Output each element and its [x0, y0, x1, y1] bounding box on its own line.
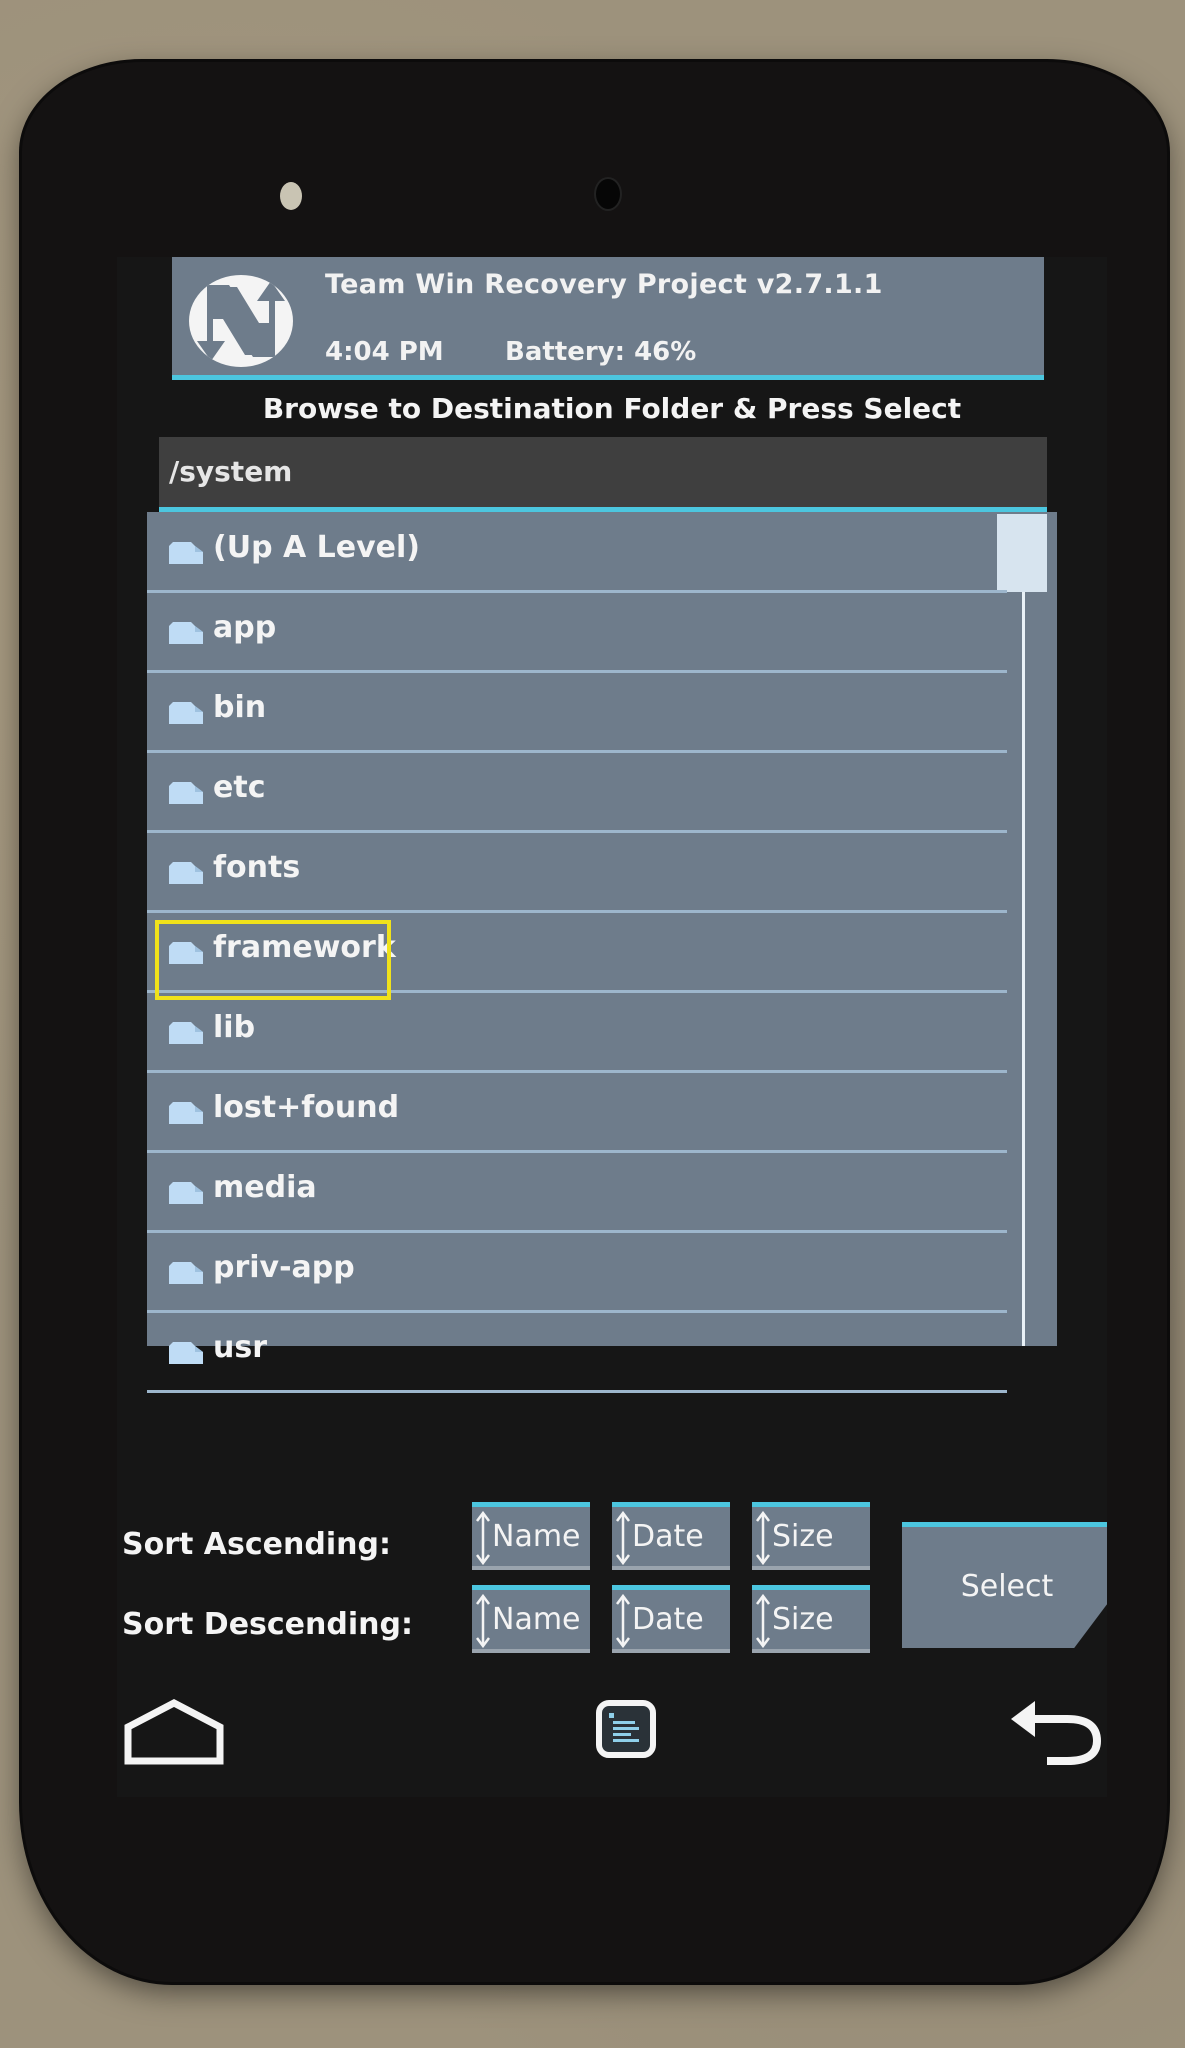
- folder-item[interactable]: priv-app: [147, 1232, 1007, 1313]
- battery-status: Battery: 46%: [505, 337, 697, 367]
- sort-button-label: Date: [632, 1602, 704, 1637]
- sort-arrows-icon: [616, 1510, 630, 1566]
- sort-button-label: Name: [492, 1519, 581, 1554]
- highlight-box: [155, 920, 391, 1000]
- clock: 4:04 PM: [325, 337, 444, 367]
- folder-icon: [169, 862, 203, 884]
- scrollbar-track[interactable]: [1022, 592, 1025, 1346]
- sort-button-label: Size: [772, 1519, 834, 1554]
- sort-arrows-icon: [756, 1593, 770, 1649]
- home-icon: [124, 1699, 224, 1765]
- page-instruction: Browse to Destination Folder & Press Sel…: [262, 392, 962, 425]
- sort-arrows-icon: [756, 1510, 770, 1566]
- folder-icon: [169, 622, 203, 644]
- front-camera: [594, 177, 622, 211]
- folder-label: lib: [213, 1010, 256, 1045]
- folder-icon: [169, 1182, 203, 1204]
- header-divider: [172, 375, 1044, 380]
- select-button[interactable]: Select: [902, 1522, 1107, 1648]
- sort-arrows-icon: [476, 1510, 490, 1566]
- folder-list[interactable]: (Up A Level) app bin etc fonts framework lib lo…: [147, 512, 1057, 1393]
- folder-label: app: [213, 610, 277, 645]
- sort-button-label: Size: [772, 1602, 834, 1637]
- sort-asc-name-button[interactable]: Name: [472, 1502, 590, 1570]
- folder-label: (Up A Level): [213, 530, 421, 565]
- twrp-logo-icon: [189, 275, 293, 367]
- sort-desc-size-button[interactable]: Size: [752, 1585, 870, 1653]
- sort-desc-name-button[interactable]: Name: [472, 1585, 590, 1653]
- folder-label: lost+found: [213, 1090, 400, 1125]
- folder-label: usr: [213, 1330, 268, 1365]
- folder-icon: [169, 702, 203, 724]
- proximity-sensor: [280, 182, 302, 210]
- sort-descending-label: Sort Descending:: [122, 1607, 413, 1642]
- folder-item[interactable]: (Up A Level): [147, 512, 1007, 593]
- folder-item[interactable]: lib: [147, 992, 1007, 1073]
- select-button-label: Select: [960, 1569, 1054, 1604]
- sort-asc-size-button[interactable]: Size: [752, 1502, 870, 1570]
- folder-item[interactable]: bin: [147, 672, 1007, 753]
- sort-desc-date-button[interactable]: Date: [612, 1585, 730, 1653]
- console-icon: [596, 1700, 656, 1758]
- folder-icon: [169, 1342, 203, 1364]
- folder-item[interactable]: fonts: [147, 832, 1007, 913]
- folder-icon: [169, 1022, 203, 1044]
- current-path: /system: [169, 455, 293, 488]
- folder-label: priv-app: [213, 1250, 355, 1285]
- phone-body: Team Win Recovery Project v2.7.1.1 4:04 …: [22, 62, 1167, 1982]
- folder-label: media: [213, 1170, 317, 1205]
- sort-button-label: Name: [492, 1602, 581, 1637]
- home-button[interactable]: [122, 1697, 226, 1771]
- folder-icon: [169, 1102, 203, 1124]
- app-title: Team Win Recovery Project v2.7.1.1: [325, 269, 883, 300]
- folder-icon: [169, 1262, 203, 1284]
- folder-item[interactable]: lost+found: [147, 1072, 1007, 1153]
- current-path-bar: /system: [159, 437, 1047, 507]
- sort-arrows-icon: [616, 1593, 630, 1649]
- folder-icon: [169, 782, 203, 804]
- folder-item[interactable]: app: [147, 592, 1007, 673]
- back-button[interactable]: [1007, 1697, 1107, 1771]
- sort-button-label: Date: [632, 1519, 704, 1554]
- folder-item[interactable]: etc: [147, 752, 1007, 833]
- folder-label: fonts: [213, 850, 301, 885]
- sort-asc-date-button[interactable]: Date: [612, 1502, 730, 1570]
- screen: Team Win Recovery Project v2.7.1.1 4:04 …: [117, 257, 1107, 1797]
- folder-label: bin: [213, 690, 267, 725]
- folder-label: etc: [213, 770, 266, 805]
- console-button[interactable]: [595, 1699, 657, 1763]
- folder-item[interactable]: media: [147, 1152, 1007, 1233]
- sort-ascending-label: Sort Ascending:: [122, 1527, 391, 1562]
- folder-icon: [169, 542, 203, 564]
- sort-arrows-icon: [476, 1593, 490, 1649]
- folder-item[interactable]: usr: [147, 1312, 1007, 1393]
- back-icon: [1011, 1701, 1102, 1765]
